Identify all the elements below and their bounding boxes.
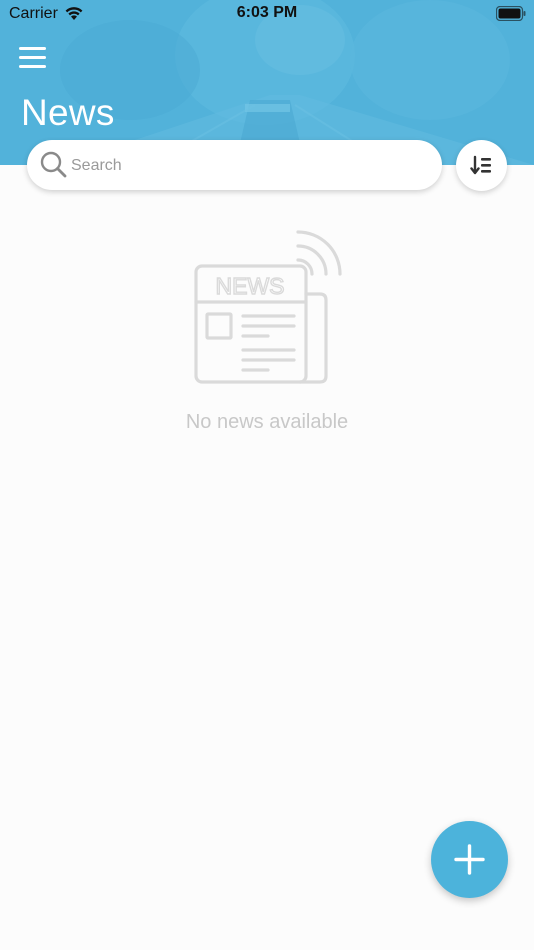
empty-state-message: No news available bbox=[185, 411, 349, 433]
hamburger-menu-icon bbox=[19, 47, 46, 68]
plus-icon bbox=[454, 844, 485, 875]
sort-button[interactable] bbox=[456, 140, 507, 191]
newspaper-broadcast-icon: NEWS bbox=[194, 230, 342, 384]
news-label: NEWS bbox=[216, 273, 285, 299]
sort-descending-icon bbox=[470, 155, 491, 175]
search-bar[interactable] bbox=[27, 140, 442, 190]
search-input[interactable] bbox=[69, 148, 433, 184]
battery-icon bbox=[496, 6, 526, 21]
menu-button[interactable] bbox=[14, 42, 52, 76]
status-bar: Carrier 6:03 PM bbox=[0, 0, 534, 28]
add-news-button[interactable] bbox=[431, 821, 508, 898]
search-icon bbox=[40, 151, 67, 178]
empty-state-illustration: NEWS bbox=[192, 228, 342, 386]
page-title: News bbox=[21, 92, 115, 133]
clock: 6:03 PM bbox=[236, 4, 298, 21]
